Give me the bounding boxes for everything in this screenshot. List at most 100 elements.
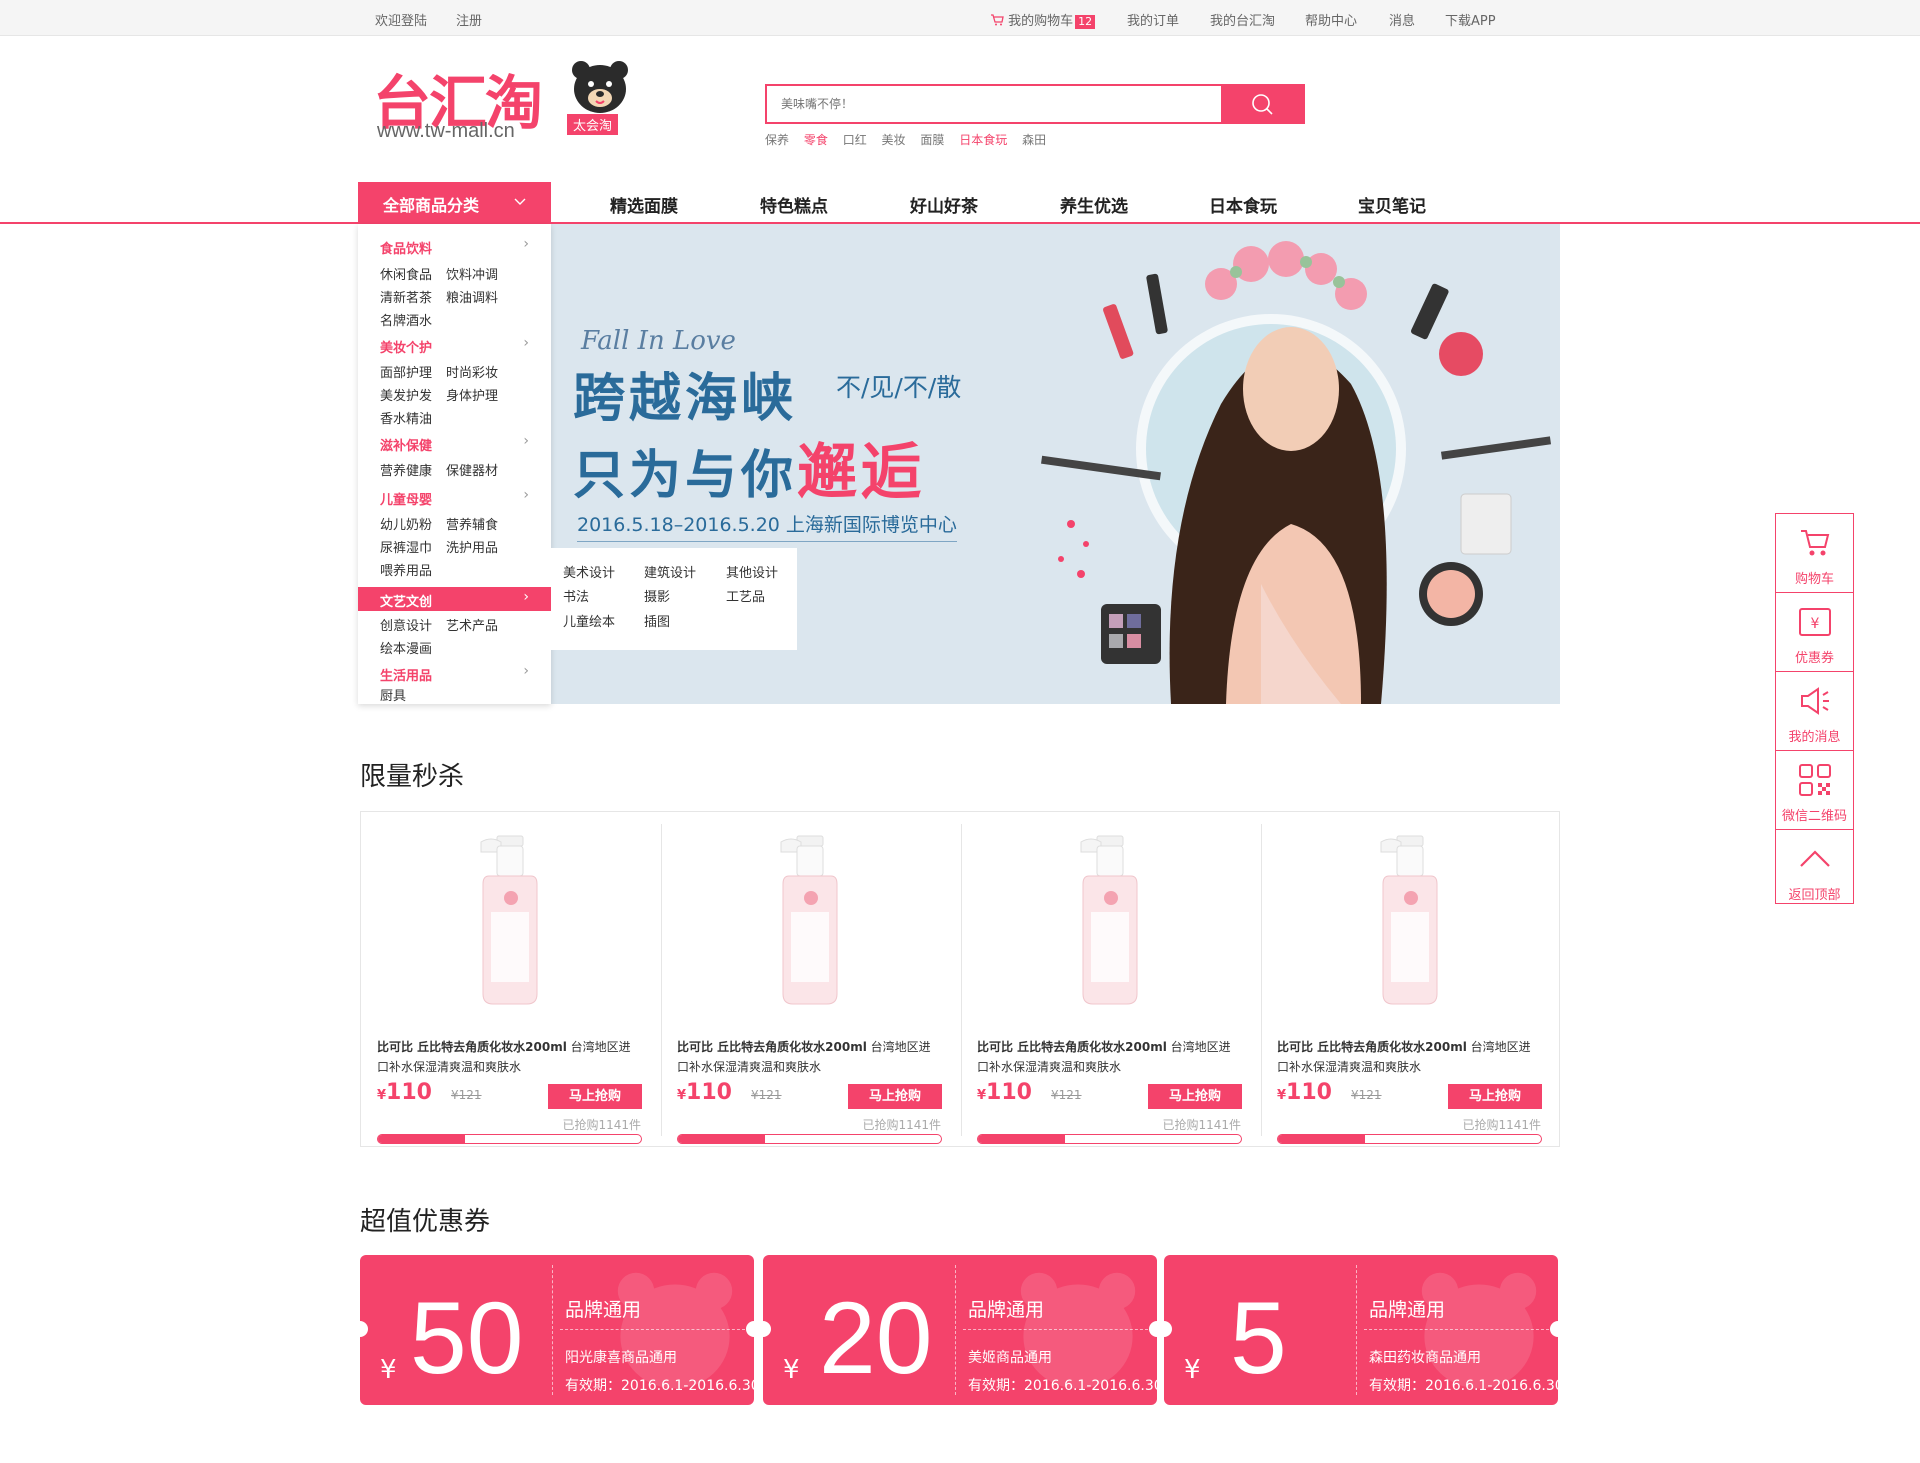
category-baby[interactable]: 儿童母婴 bbox=[380, 489, 432, 508]
buy-now-button[interactable]: 马上抢购 bbox=[848, 1084, 942, 1109]
hot-keyword[interactable]: 美妆 bbox=[882, 133, 906, 147]
product-name[interactable]: 比可比 丘比特去角质化妆水200ml 台湾地区进口补水保湿清爽温和爽肤水 bbox=[377, 1037, 642, 1077]
subcategory[interactable]: 饮料冲调 bbox=[446, 264, 498, 283]
coupon-notch bbox=[360, 1321, 368, 1337]
chevron-right-icon: › bbox=[523, 487, 529, 503]
coupon-notch bbox=[1164, 1321, 1172, 1337]
price-value: 110 bbox=[386, 1080, 432, 1105]
flyout-item[interactable]: 摄影 bbox=[644, 586, 670, 605]
login-link[interactable]: 欢迎登陆 bbox=[375, 10, 427, 29]
subcategory[interactable]: 幼儿奶粉 bbox=[380, 514, 432, 533]
nav-item-health[interactable]: 养生优选 bbox=[1060, 192, 1128, 217]
subcategory[interactable]: 喂养用品 bbox=[380, 560, 432, 579]
sidebar-back-to-top[interactable]: 返回顶部 bbox=[1776, 830, 1853, 909]
subcategory[interactable]: 洗护用品 bbox=[446, 537, 498, 556]
subcategory[interactable]: 艺术产品 bbox=[446, 615, 498, 634]
coupon-currency: ¥ bbox=[380, 1355, 397, 1385]
coupon-type: 品牌通用 bbox=[968, 1299, 1045, 1321]
subcategory[interactable]: 香水精油 bbox=[380, 408, 432, 427]
sold-count: 已抢购1141件 bbox=[862, 1118, 941, 1132]
messages-link[interactable]: 消息 bbox=[1389, 10, 1415, 29]
orders-link[interactable]: 我的订单 bbox=[1127, 10, 1179, 29]
coupon-card[interactable]: ¥50 品牌通用 阳光康喜商品通用 有效期：2016.6.1-2016.6.30 bbox=[360, 1255, 754, 1405]
subcategory[interactable]: 营养健康 bbox=[380, 460, 432, 479]
buy-now-button[interactable]: 马上抢购 bbox=[548, 1084, 642, 1109]
subcategory[interactable]: 创意设计 bbox=[380, 615, 432, 634]
subcategory[interactable]: 粮油调料 bbox=[446, 287, 498, 306]
product-name[interactable]: 比可比 丘比特去角质化妆水200ml 台湾地区进口补水保湿清爽温和爽肤水 bbox=[977, 1037, 1242, 1077]
buy-now-button[interactable]: 马上抢购 bbox=[1148, 1084, 1242, 1109]
buy-now-button[interactable]: 马上抢购 bbox=[1448, 1084, 1542, 1109]
coupon-validity: 有效期：2016.6.1-2016.6.30 bbox=[565, 1378, 754, 1394]
product-old-price: ¥121 bbox=[451, 1088, 482, 1102]
hot-keyword[interactable]: 日本食玩 bbox=[959, 133, 1007, 147]
subcategory[interactable]: 名牌酒水 bbox=[380, 310, 432, 329]
category-arts[interactable]: 文艺文创 bbox=[380, 591, 432, 610]
coupon-notch bbox=[763, 1321, 771, 1337]
coupon-card[interactable]: ¥20 品牌通用 美姬商品通用 有效期：2016.6.1-2016.6.30 bbox=[763, 1255, 1157, 1405]
subcategory[interactable]: 休闲食品 bbox=[380, 264, 432, 283]
register-link[interactable]: 注册 bbox=[456, 10, 482, 29]
all-categories-button[interactable]: 全部商品分类 bbox=[358, 182, 551, 224]
flyout-item[interactable]: 工艺品 bbox=[726, 586, 765, 605]
nav-item-pastries[interactable]: 特色糕点 bbox=[760, 192, 828, 217]
product-card[interactable]: 比可比 丘比特去角质化妆水200ml 台湾地区进口补水保湿清爽温和爽肤水 ¥110… bbox=[1261, 824, 1561, 1144]
coupon-card[interactable]: ¥5 品牌通用 森田药妆商品通用 有效期：2016.6.1-2016.6.30 bbox=[1164, 1255, 1558, 1405]
flyout-item[interactable]: 美术设计 bbox=[563, 562, 615, 581]
nav-item-japan-toys[interactable]: 日本食玩 bbox=[1209, 192, 1277, 217]
subcategory[interactable]: 面部护理 bbox=[380, 362, 432, 381]
subcategory[interactable]: 身体护理 bbox=[446, 385, 498, 404]
sidebar-cart-label: 购物车 bbox=[1794, 572, 1834, 587]
cart-link[interactable]: 我的购物车 12 bbox=[990, 10, 1096, 29]
category-food[interactable]: 食品饮料 bbox=[380, 238, 432, 257]
product-card[interactable]: 比可比 丘比特去角质化妆水200ml 台湾地区进口补水保湿清爽温和爽肤水 ¥110… bbox=[661, 824, 962, 1144]
subcategory[interactable]: 美发护发 bbox=[380, 385, 432, 404]
product-card[interactable]: 比可比 丘比特去角质化妆水200ml 台湾地区进口补水保湿清爽温和爽肤水 ¥110… bbox=[961, 824, 1262, 1144]
category-beauty[interactable]: 美妆个护 bbox=[380, 337, 432, 356]
subcategory[interactable]: 清新茗茶 bbox=[380, 287, 432, 306]
subcategory[interactable]: 保健器材 bbox=[446, 460, 498, 479]
category-household[interactable]: 生活用品 bbox=[380, 665, 432, 684]
subcategory[interactable]: 绘本漫画 bbox=[380, 638, 432, 657]
banner-headline-1: 跨越海峡 bbox=[573, 369, 798, 429]
search-input[interactable] bbox=[767, 86, 1223, 122]
my-account-link[interactable]: 我的台汇淘 bbox=[1210, 10, 1275, 29]
hot-keyword[interactable]: 保养 bbox=[765, 133, 789, 147]
subcategory[interactable]: 尿裤湿巾 bbox=[380, 537, 432, 556]
sale-progress-fill bbox=[978, 1135, 1065, 1143]
flyout-item[interactable]: 书法 bbox=[563, 586, 589, 605]
subcategory[interactable]: 时尚彩妆 bbox=[446, 362, 498, 381]
nav-item-masks[interactable]: 精选面膜 bbox=[610, 192, 678, 217]
subcategory[interactable]: 厨具 bbox=[380, 685, 406, 704]
subcategory[interactable]: 营养辅食 bbox=[446, 514, 498, 533]
flyout-item[interactable]: 其他设计 bbox=[726, 562, 778, 581]
hot-keyword[interactable]: 零食 bbox=[804, 133, 828, 147]
sidebar-wechat-qr[interactable]: 微信二维码 bbox=[1776, 751, 1853, 830]
hot-keyword[interactable]: 口红 bbox=[843, 133, 867, 147]
coupon-brand: 森田药妆商品通用 bbox=[1369, 1350, 1481, 1366]
product-name[interactable]: 比可比 丘比特去角质化妆水200ml 台湾地区进口补水保湿清爽温和爽肤水 bbox=[677, 1037, 942, 1077]
coupon-notch bbox=[1149, 1321, 1157, 1337]
download-app-link[interactable]: 下载APP bbox=[1445, 10, 1496, 29]
sale-progress-fill bbox=[378, 1135, 465, 1143]
category-health[interactable]: 滋补保健 bbox=[380, 435, 432, 454]
hot-keyword[interactable]: 森田 bbox=[1022, 133, 1046, 147]
sidebar-messages[interactable]: 我的消息 bbox=[1776, 672, 1853, 751]
product-card[interactable]: 比可比 丘比特去角质化妆水200ml 台湾地区进口补水保湿清爽温和爽肤水 ¥110… bbox=[361, 824, 662, 1144]
nav-item-tea[interactable]: 好山好茶 bbox=[910, 192, 978, 217]
flyout-item[interactable]: 儿童绘本 bbox=[563, 611, 615, 630]
flyout-item[interactable]: 插图 bbox=[644, 611, 670, 630]
sold-count: 已抢购1141件 bbox=[562, 1118, 641, 1132]
sold-count: 已抢购1141件 bbox=[1462, 1118, 1541, 1132]
search-button[interactable] bbox=[1221, 84, 1303, 124]
sidebar-coupons[interactable]: ¥ 优惠券 bbox=[1776, 593, 1853, 672]
help-link[interactable]: 帮助中心 bbox=[1305, 10, 1357, 29]
site-logo[interactable]: 台汇淘 www.tw-mall.cn 太会淘 bbox=[373, 56, 633, 146]
hot-keyword[interactable]: 面膜 bbox=[920, 133, 944, 147]
svg-text:¥: ¥ bbox=[1811, 616, 1820, 632]
coupon-notch bbox=[746, 1321, 754, 1337]
sidebar-cart[interactable]: 购物车 bbox=[1776, 514, 1853, 593]
nav-item-baby-notes[interactable]: 宝贝笔记 bbox=[1358, 192, 1426, 217]
flyout-item[interactable]: 建筑设计 bbox=[644, 562, 696, 581]
product-name[interactable]: 比可比 丘比特去角质化妆水200ml 台湾地区进口补水保湿清爽温和爽肤水 bbox=[1277, 1037, 1542, 1077]
